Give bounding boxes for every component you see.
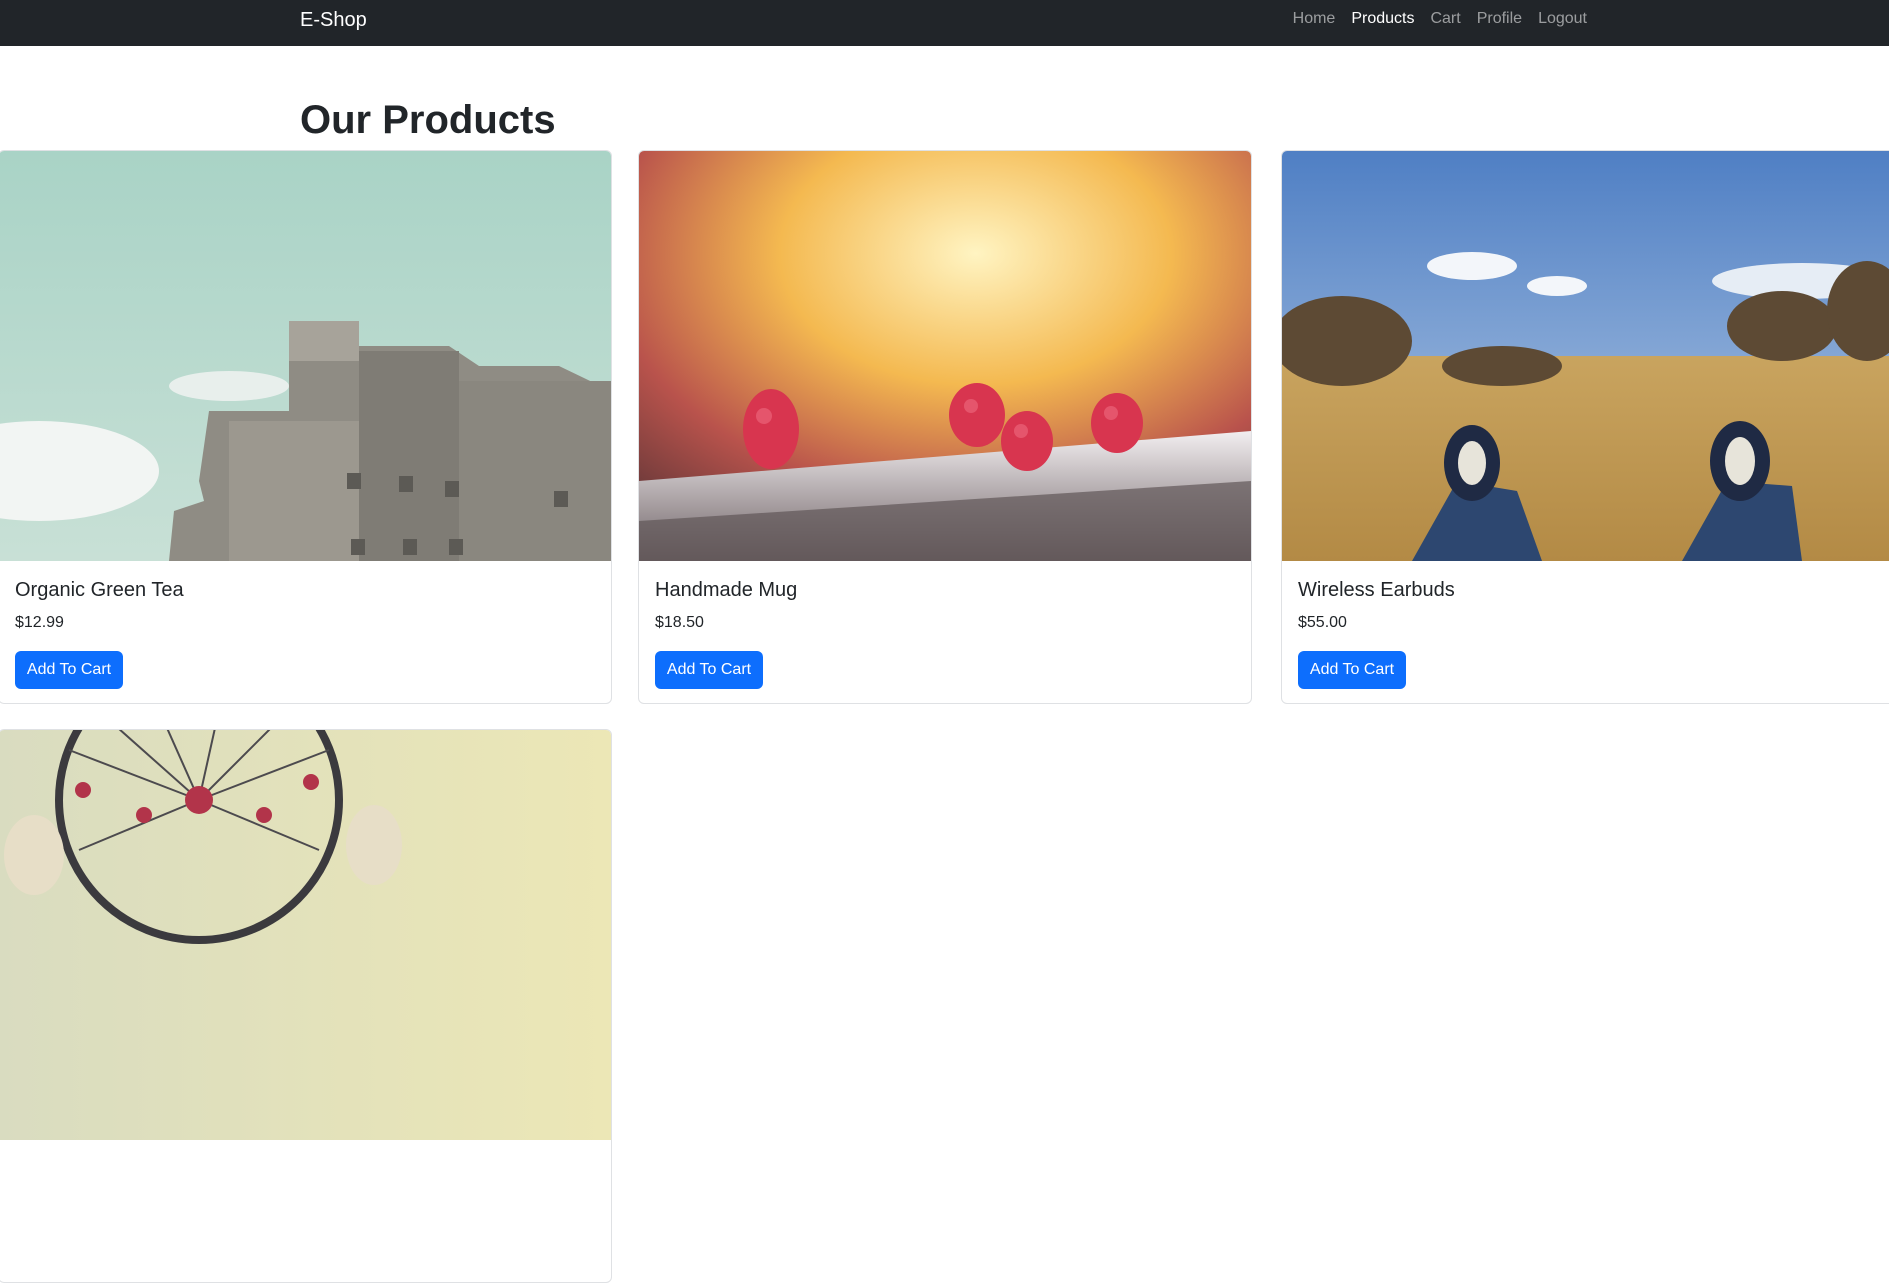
- page-title: Our Products: [300, 98, 556, 142]
- product-image: [0, 730, 611, 1140]
- add-to-cart-button[interactable]: Add To Cart: [1298, 651, 1406, 689]
- nav-link-products[interactable]: Products: [1343, 9, 1422, 29]
- add-to-cart-button[interactable]: Add To Cart: [15, 651, 123, 689]
- product-card: [0, 729, 612, 1283]
- add-to-cart-button[interactable]: Add To Cart: [655, 651, 763, 689]
- product-card: Organic Green Tea $12.99 Add To Cart: [0, 150, 612, 704]
- product-image: [0, 151, 611, 561]
- raspberries-on-ledge-photo: [639, 151, 1251, 561]
- product-image: [639, 151, 1251, 561]
- product-name: Handmade Mug: [655, 579, 798, 601]
- product-price: $18.50: [655, 614, 704, 631]
- product-card: Handmade Mug $18.50 Add To Cart: [638, 150, 1252, 704]
- product-image: [1282, 151, 1889, 561]
- nav-link-profile[interactable]: Profile: [1469, 9, 1530, 29]
- nav-link-cart[interactable]: Cart: [1422, 9, 1468, 29]
- product-name: Wireless Earbuds: [1298, 579, 1455, 601]
- nav-links: Home Products Cart Profile Logout: [1285, 9, 1587, 29]
- nav-link-home[interactable]: Home: [1285, 9, 1344, 29]
- product-name: Organic Green Tea: [15, 579, 184, 601]
- product-price: $55.00: [1298, 614, 1347, 631]
- product-card: Wireless Earbuds $55.00 Add To Cart: [1281, 150, 1889, 704]
- navbar: E-Shop Home Products Cart Profile Logout: [0, 0, 1889, 46]
- product-price: $12.99: [15, 614, 64, 631]
- brand-logo[interactable]: E-Shop: [300, 8, 367, 32]
- sneakers-on-field-photo: [1282, 151, 1889, 561]
- nav-link-logout[interactable]: Logout: [1530, 9, 1587, 29]
- dreamcatcher-photo: [0, 730, 611, 1140]
- concrete-building-photo: [0, 151, 611, 561]
